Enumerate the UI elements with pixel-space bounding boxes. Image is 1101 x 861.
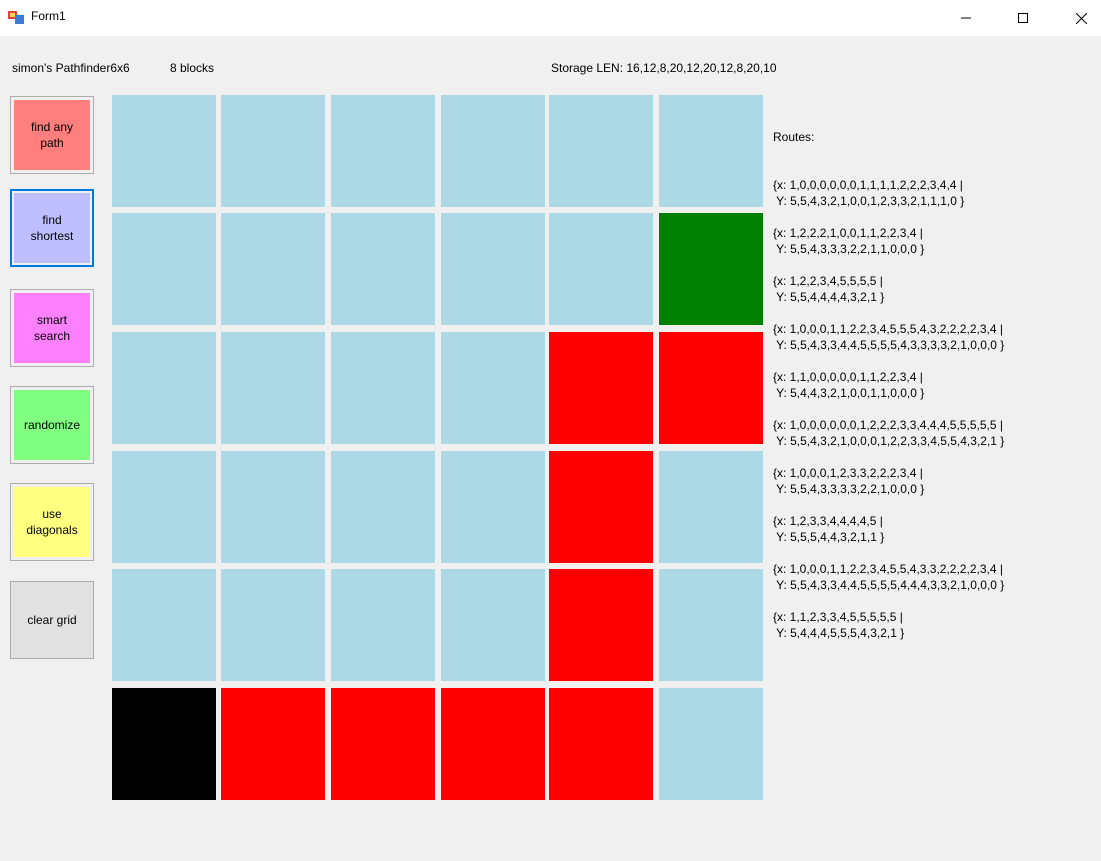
grid-cell-empty[interactable] bbox=[441, 95, 545, 207]
grid-cell-block[interactable] bbox=[221, 688, 325, 800]
grid-cell-block[interactable] bbox=[549, 569, 653, 681]
window-title: Form1 bbox=[31, 9, 66, 23]
grid-cell-empty[interactable] bbox=[331, 451, 435, 563]
find-shortest-label: find shortest bbox=[30, 213, 74, 243]
route-entry: {x: 1,0,0,0,0,0,0,1,1,1,1,2,2,2,3,4,4 | … bbox=[773, 178, 965, 208]
grid-cell-empty[interactable] bbox=[221, 569, 325, 681]
grid-cell-empty[interactable] bbox=[221, 95, 325, 207]
routes-heading: Routes: bbox=[773, 130, 815, 144]
grid-cell-block[interactable] bbox=[549, 688, 653, 800]
smart-search-label: smart search bbox=[33, 313, 71, 343]
storage-len-label: Storage LEN: 16,12,8,20,12,20,12,8,20,10 bbox=[551, 61, 777, 75]
route-entry: {x: 1,0,0,0,0,0,0,1,2,2,2,3,3,4,4,4,5,5,… bbox=[773, 418, 1005, 448]
grid-cell-empty[interactable] bbox=[549, 213, 653, 325]
use-diagonals-label: use diagonals bbox=[26, 507, 78, 537]
maximize-icon bbox=[1018, 13, 1028, 23]
route-entry: {x: 1,2,3,3,4,4,4,4,5 | Y: 5,5,5,4,4,3,2… bbox=[773, 514, 885, 544]
grid-cell-empty[interactable] bbox=[221, 332, 325, 444]
grid-cell-empty[interactable] bbox=[221, 213, 325, 325]
find-shortest-button[interactable]: find shortest bbox=[10, 189, 94, 267]
grid-cell-goal[interactable] bbox=[659, 213, 763, 325]
grid-cell-empty[interactable] bbox=[112, 332, 216, 444]
route-entry: {x: 1,1,2,3,3,4,5,5,5,5,5 | Y: 5,4,4,4,5… bbox=[773, 610, 905, 640]
grid-cell-empty[interactable] bbox=[659, 451, 763, 563]
grid-cell-start[interactable] bbox=[112, 688, 216, 800]
randomize-label: randomize bbox=[23, 418, 81, 432]
find-any-path-button[interactable]: find any path bbox=[10, 96, 94, 174]
randomize-button[interactable]: randomize bbox=[10, 386, 94, 464]
routes-list: {x: 1,0,0,0,0,0,0,1,1,1,1,2,2,2,3,4,4 | … bbox=[773, 177, 1093, 641]
app-icon bbox=[8, 11, 24, 24]
route-entry: {x: 1,0,0,0,1,1,2,2,3,4,5,5,4,3,3,2,2,2,… bbox=[773, 562, 1005, 592]
grid-cell-empty[interactable] bbox=[441, 569, 545, 681]
pathfinder-grid bbox=[112, 95, 764, 801]
grid-cell-empty[interactable] bbox=[221, 451, 325, 563]
grid-cell-empty[interactable] bbox=[549, 95, 653, 207]
close-icon bbox=[1075, 12, 1087, 24]
grid-cell-empty[interactable] bbox=[441, 451, 545, 563]
grid-cell-empty[interactable] bbox=[659, 95, 763, 207]
minimize-icon bbox=[961, 17, 971, 19]
grid-cell-empty[interactable] bbox=[331, 213, 435, 325]
clear-grid-button[interactable]: clear grid bbox=[10, 581, 94, 659]
grid-cell-empty[interactable] bbox=[441, 213, 545, 325]
clear-grid-label: clear grid bbox=[27, 613, 77, 627]
grid-cell-empty[interactable] bbox=[659, 688, 763, 800]
grid-cell-block[interactable] bbox=[659, 332, 763, 444]
routes-panel: Routes: {x: 1,0,0,0,0,0,0,1,1,1,1,2,2,2,… bbox=[773, 97, 1093, 673]
route-entry: {x: 1,0,0,0,1,2,3,3,2,2,2,3,4 | Y: 5,5,4… bbox=[773, 466, 925, 496]
grid-cell-empty[interactable] bbox=[331, 95, 435, 207]
grid-cell-empty[interactable] bbox=[331, 332, 435, 444]
route-entry: {x: 1,0,0,0,1,1,2,2,3,4,5,5,5,4,3,2,2,2,… bbox=[773, 322, 1005, 352]
grid-cell-empty[interactable] bbox=[112, 569, 216, 681]
grid-cell-empty[interactable] bbox=[112, 95, 216, 207]
grid-cell-block[interactable] bbox=[549, 332, 653, 444]
grid-cell-empty[interactable] bbox=[659, 569, 763, 681]
title-bar: Form1 bbox=[0, 0, 1101, 36]
route-entry: {x: 1,2,2,2,1,0,0,1,1,2,2,3,4 | Y: 5,5,4… bbox=[773, 226, 925, 256]
grid-cell-empty[interactable] bbox=[441, 332, 545, 444]
grid-cell-block[interactable] bbox=[441, 688, 545, 800]
grid-cell-block[interactable] bbox=[331, 688, 435, 800]
grid-cell-empty[interactable] bbox=[331, 569, 435, 681]
blocks-count-label: 8 blocks bbox=[170, 61, 215, 75]
grid-cell-empty[interactable] bbox=[112, 213, 216, 325]
use-diagonals-button[interactable]: use diagonals bbox=[10, 483, 94, 561]
close-button[interactable] bbox=[1052, 0, 1101, 36]
grid-cell-empty[interactable] bbox=[112, 451, 216, 563]
find-any-path-label: find any path bbox=[30, 120, 74, 150]
grid-cell-block[interactable] bbox=[549, 451, 653, 563]
maximize-button[interactable] bbox=[994, 0, 1052, 36]
route-entry: {x: 1,2,2,3,4,5,5,5,5 | Y: 5,5,4,4,4,4,3… bbox=[773, 274, 885, 304]
route-entry: {x: 1,1,0,0,0,0,0,1,1,2,2,3,4 | Y: 5,4,4… bbox=[773, 370, 925, 400]
app-name-label: simon's Pathfinder6x6 bbox=[12, 61, 130, 75]
smart-search-button[interactable]: smart search bbox=[10, 289, 94, 367]
minimize-button[interactable] bbox=[937, 0, 995, 36]
